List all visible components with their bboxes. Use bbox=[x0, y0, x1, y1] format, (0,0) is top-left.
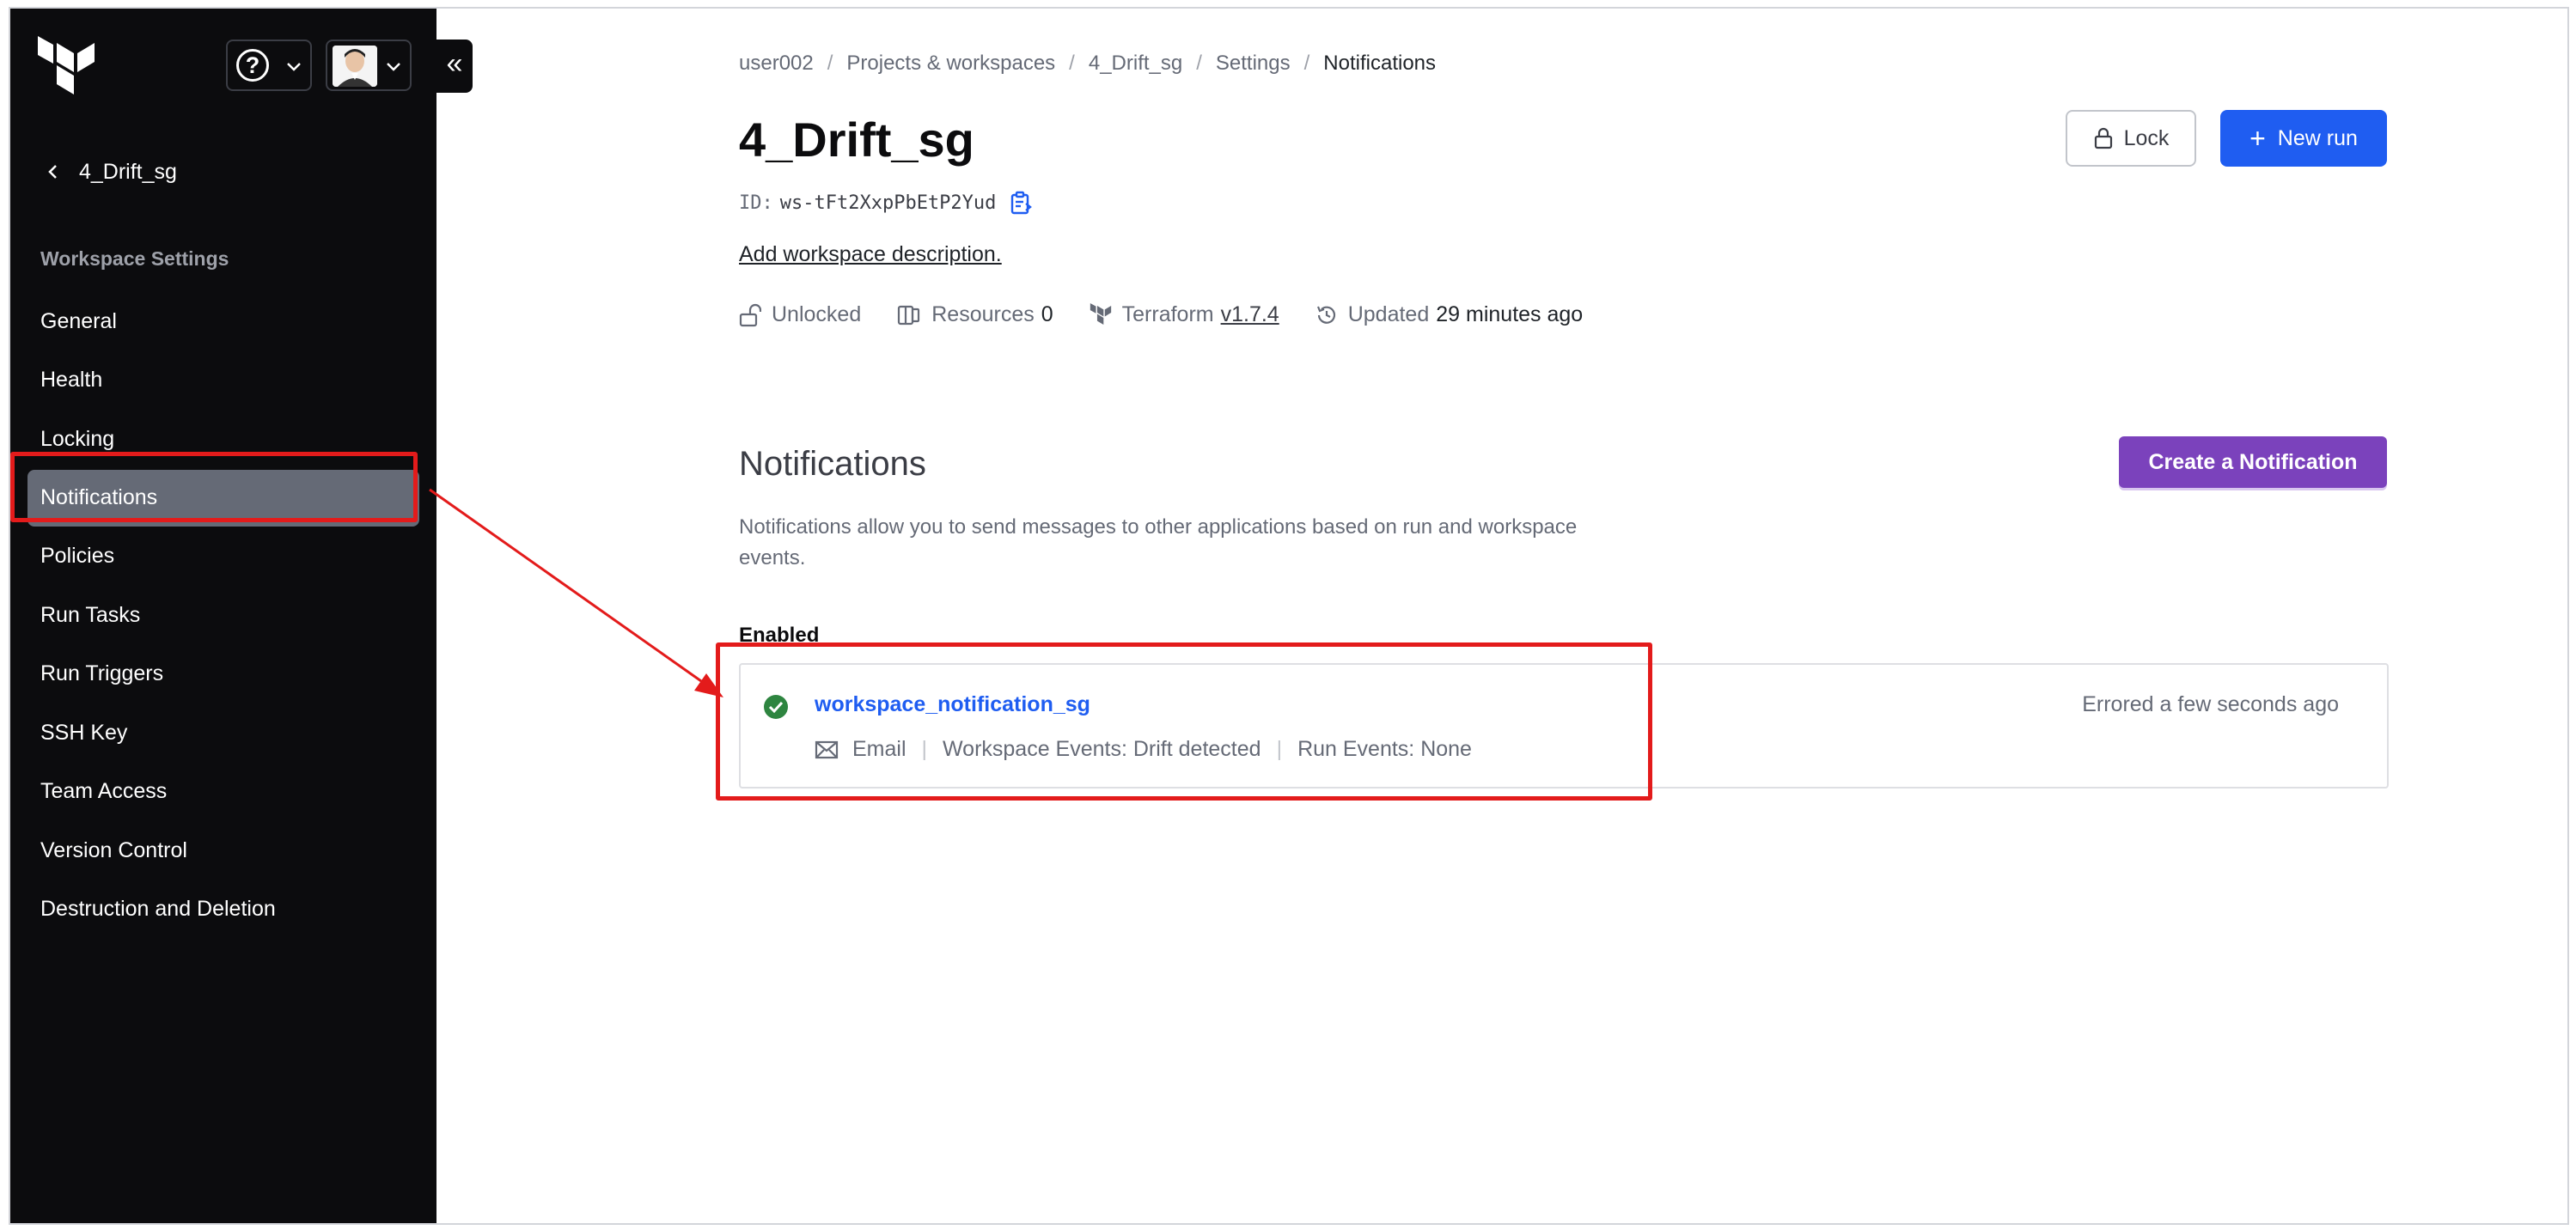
add-description-link[interactable]: Add workspace description. bbox=[739, 242, 1002, 267]
create-notification-button[interactable]: Create a Notification bbox=[2119, 436, 2387, 488]
sidebar-item-ssh-key[interactable]: SSH Key bbox=[27, 703, 419, 763]
notification-type: Email bbox=[852, 737, 906, 761]
chevron-down-icon bbox=[287, 63, 301, 71]
updated-value: 29 minutes ago bbox=[1436, 302, 1584, 326]
terraform-label: Terraform bbox=[1121, 302, 1214, 326]
resources-value: 0 bbox=[1041, 302, 1053, 326]
check-circle-icon bbox=[764, 695, 788, 719]
settings-nav: General Health Locking Notifications Pol… bbox=[27, 292, 419, 939]
sidebar-item-version-control[interactable]: Version Control bbox=[27, 821, 419, 880]
sidebar-item-policies[interactable]: Policies bbox=[27, 527, 419, 587]
unlock-icon bbox=[739, 303, 761, 326]
lock-status: Unlocked bbox=[739, 302, 861, 327]
sidebar: ? 4_Drift_sg Workspace Settings General bbox=[10, 9, 436, 1223]
new-run-button[interactable]: + New run bbox=[2220, 110, 2387, 167]
collapse-sidebar-button[interactable]: « bbox=[436, 40, 473, 93]
breadcrumb-separator: / bbox=[1069, 52, 1075, 75]
resources-icon bbox=[898, 305, 920, 325]
mail-icon bbox=[815, 740, 839, 758]
history-icon bbox=[1316, 306, 1335, 324]
app-window: ? 4_Drift_sg Workspace Settings General bbox=[9, 7, 2569, 1225]
notification-workspace-events: Workspace Events: Drift detected bbox=[943, 737, 1261, 761]
chevron-left-icon bbox=[48, 165, 57, 179]
terraform-version-link[interactable]: v1.7.4 bbox=[1221, 302, 1279, 327]
notification-card: workspace_notification_sg Errored a few … bbox=[739, 663, 2389, 789]
breadcrumb-separator: / bbox=[1196, 52, 1202, 75]
plus-icon: + bbox=[2249, 123, 2266, 154]
lock-icon bbox=[2094, 127, 2112, 149]
updated-label: Updated bbox=[1347, 302, 1430, 326]
section-title: Notifications bbox=[739, 445, 926, 483]
user-menu-button[interactable] bbox=[326, 40, 412, 91]
breadcrumb-item-organization[interactable]: user002 bbox=[739, 52, 814, 76]
workspace-id-label: ID: bbox=[739, 192, 773, 214]
enabled-heading: Enabled bbox=[739, 624, 820, 647]
notification-name-link[interactable]: workspace_notification_sg bbox=[815, 692, 1090, 717]
sidebar-item-health[interactable]: Health bbox=[27, 351, 419, 411]
sidebar-item-run-tasks[interactable]: Run Tasks bbox=[27, 586, 419, 645]
sidebar-item-destruction-and-deletion[interactable]: Destruction and Deletion bbox=[27, 880, 419, 940]
workspace-id: ID: ws-tFt2XxpPbEtP2Yud bbox=[739, 191, 1033, 215]
page-title: 4_Drift_sg bbox=[739, 113, 974, 167]
resources-count: Resources 0 bbox=[897, 302, 1053, 327]
terraform-logo-icon[interactable] bbox=[36, 36, 96, 101]
terraform-icon bbox=[1090, 302, 1111, 325]
back-link-label: 4_Drift_sg bbox=[79, 159, 177, 184]
avatar bbox=[333, 46, 377, 87]
workspace-meta: Unlocked Resources 0 Terraform v1.7.4 Up… bbox=[739, 302, 1619, 327]
breadcrumb-separator: / bbox=[827, 52, 833, 75]
sidebar-item-team-access[interactable]: Team Access bbox=[27, 763, 419, 822]
copy-icon[interactable] bbox=[1010, 191, 1033, 215]
breadcrumb-separator: / bbox=[1303, 52, 1310, 75]
section-description: Notifications allow you to send messages… bbox=[739, 515, 1578, 569]
lock-button[interactable]: Lock bbox=[2066, 110, 2196, 167]
breadcrumb-item-settings[interactable]: Settings bbox=[1216, 52, 1291, 76]
sidebar-item-notifications[interactable]: Notifications bbox=[27, 469, 419, 527]
sidebar-item-general[interactable]: General bbox=[27, 292, 419, 351]
help-icon: ? bbox=[236, 49, 269, 82]
breadcrumb-item-workspace[interactable]: 4_Drift_sg bbox=[1089, 52, 1182, 76]
notification-status: Errored a few seconds ago bbox=[2082, 692, 2339, 716]
breadcrumb-item-projects[interactable]: Projects & workspaces bbox=[846, 52, 1055, 76]
workspace-id-value: ws-tFt2XxpPbEtP2Yud bbox=[779, 192, 997, 214]
terraform-version: Terraform v1.7.4 bbox=[1090, 302, 1279, 327]
lock-button-label: Lock bbox=[2123, 125, 2170, 150]
resources-label: Resources bbox=[931, 302, 1035, 326]
sidebar-item-locking[interactable]: Locking bbox=[27, 410, 419, 469]
chevron-down-icon bbox=[387, 63, 400, 71]
back-to-workspace-link[interactable]: 4_Drift_sg bbox=[45, 155, 177, 189]
lock-status-label: Unlocked bbox=[772, 302, 862, 326]
details-separator: | bbox=[921, 737, 928, 761]
updated-time: Updated 29 minutes ago bbox=[1315, 302, 1583, 327]
notification-details: Email | Workspace Events: Drift detected… bbox=[815, 737, 1472, 762]
new-run-button-label: New run bbox=[2277, 125, 2358, 150]
help-menu-button[interactable]: ? bbox=[226, 40, 312, 91]
breadcrumb-item-current: Notifications bbox=[1323, 52, 1437, 75]
breadcrumb: user002 / Projects & workspaces / 4_Drif… bbox=[739, 52, 1436, 76]
sidebar-item-run-triggers[interactable]: Run Triggers bbox=[27, 645, 419, 704]
sidebar-heading: Workspace Settings bbox=[40, 247, 229, 270]
details-separator: | bbox=[1276, 737, 1283, 761]
notification-run-events: Run Events: None bbox=[1297, 737, 1472, 761]
